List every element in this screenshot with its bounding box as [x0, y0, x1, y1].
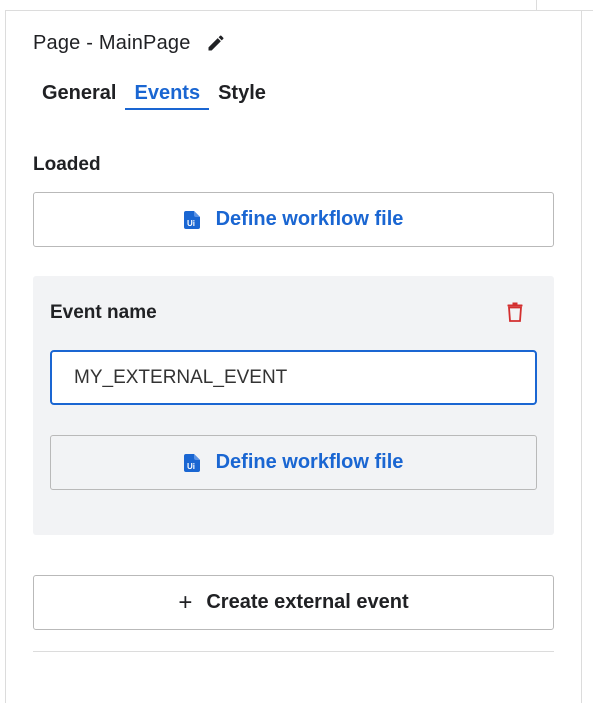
uipath-file-icon: Ui — [183, 210, 200, 229]
event-card-header: Event name — [50, 300, 537, 326]
svg-text:Ui: Ui — [187, 219, 195, 228]
panel-separator-tick — [536, 0, 537, 10]
tab-events[interactable]: Events — [125, 76, 210, 110]
loaded-section-label: Loaded — [33, 154, 101, 175]
create-external-event-button[interactable]: + Create external event — [33, 575, 554, 630]
section-divider — [33, 651, 554, 652]
event-define-workflow-label: Define workflow file — [215, 451, 404, 473]
properties-panel: Page - MainPage General Events Style Loa… — [33, 28, 554, 652]
tab-style[interactable]: Style — [209, 76, 275, 110]
plus-icon: + — [178, 588, 193, 616]
trash-icon[interactable] — [507, 302, 525, 324]
tab-general[interactable]: General — [33, 76, 125, 110]
page-title: Page - MainPage — [33, 31, 191, 54]
create-external-event-label: Create external event — [206, 591, 409, 613]
loaded-define-workflow-label: Define workflow file — [215, 208, 404, 230]
event-name-input[interactable] — [50, 350, 537, 405]
panel-left-border — [5, 10, 6, 703]
pencil-icon[interactable] — [205, 32, 227, 54]
panel-top-border — [5, 10, 593, 11]
event-define-workflow-button[interactable]: Ui Define workflow file — [50, 435, 537, 490]
tab-bar: General Events Style — [33, 76, 554, 110]
event-name-label: Event name — [50, 302, 157, 323]
panel-header: Page - MainPage — [33, 28, 554, 58]
loaded-define-workflow-button[interactable]: Ui Define workflow file — [33, 192, 554, 247]
svg-text:Ui: Ui — [187, 462, 195, 471]
uipath-file-icon: Ui — [183, 453, 200, 472]
panel-right-border — [581, 10, 582, 703]
event-card: Event name Ui Define workflow file — [33, 276, 554, 535]
